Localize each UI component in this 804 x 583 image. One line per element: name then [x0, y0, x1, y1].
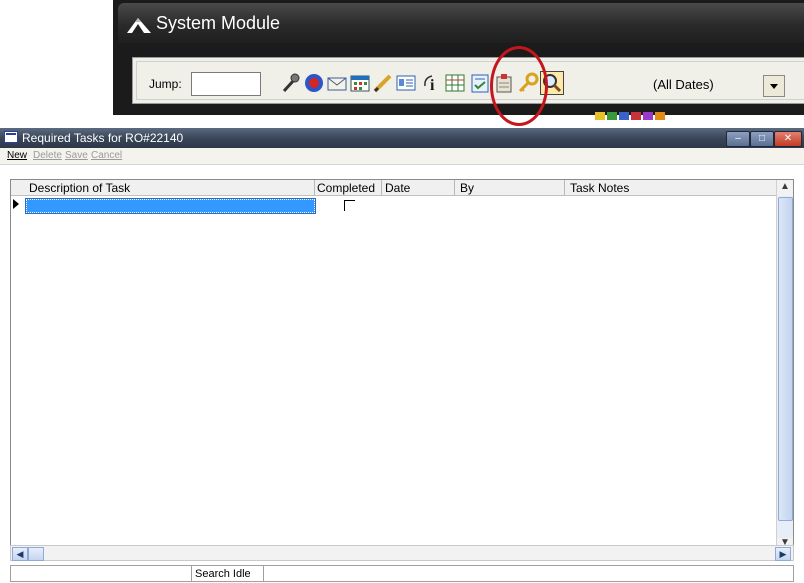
partial-toolbar-strip-icon: [595, 112, 665, 120]
date-filter-value: (All Dates): [653, 77, 714, 92]
menu-cancel[interactable]: Cancel: [91, 150, 122, 161]
tasks-grid[interactable]: Description of Task Completed Date By Ta…: [10, 179, 794, 554]
close-button[interactable]: ✕: [774, 131, 802, 147]
contact-card-icon[interactable]: [395, 72, 417, 94]
vertical-scrollbar[interactable]: ▲ ▼: [776, 180, 793, 553]
column-separator[interactable]: [314, 180, 315, 195]
dialog-menubar: New Delete Save Cancel: [0, 148, 804, 165]
column-header-by[interactable]: By: [460, 181, 474, 195]
vertical-scroll-thumb[interactable]: [778, 197, 793, 521]
globe-icon[interactable]: [303, 72, 325, 94]
menu-save[interactable]: Save: [65, 150, 88, 161]
menu-delete[interactable]: Delete: [33, 150, 62, 161]
column-header-task-notes[interactable]: Task Notes: [570, 181, 629, 195]
horizontal-scroll-thumb[interactable]: [28, 547, 44, 561]
status-panel-left: [11, 566, 192, 581]
grid-header: Description of Task Completed Date By Ta…: [11, 180, 778, 196]
date-filter-dropdown-button[interactable]: [763, 75, 785, 97]
highlight-circle: [490, 46, 548, 126]
svg-text:i: i: [430, 77, 435, 94]
spreadsheet-icon[interactable]: [444, 72, 466, 94]
system-module-toolbar: Jump: i (All Dates): [132, 57, 804, 104]
dialog-titlebar: Required Tasks for RO#22140 – □ ✕: [0, 128, 804, 148]
jump-label: Jump:: [149, 77, 182, 91]
current-row-indicator-icon: [13, 199, 19, 209]
maximize-button[interactable]: □: [750, 131, 774, 147]
column-separator[interactable]: [381, 180, 382, 195]
minimize-button[interactable]: –: [726, 131, 750, 147]
scroll-left-arrow-icon[interactable]: ◀: [12, 547, 28, 561]
date-filter-combo[interactable]: (All Dates): [647, 72, 797, 98]
toolbar-inner: Jump: i (All Dates): [136, 61, 804, 100]
description-cell[interactable]: [25, 198, 316, 214]
column-header-date[interactable]: Date: [385, 181, 410, 195]
microphone-icon[interactable]: [280, 72, 302, 94]
status-bar: Search Idle: [10, 565, 794, 582]
column-separator[interactable]: [454, 180, 455, 195]
scroll-right-arrow-icon[interactable]: ▶: [775, 547, 791, 561]
envelope-icon[interactable]: [326, 72, 348, 94]
pen-icon[interactable]: [372, 72, 394, 94]
column-header-completed[interactable]: Completed: [317, 181, 375, 195]
mountain-logo-icon: [127, 18, 151, 33]
dropdown-arrow-icon: [770, 84, 778, 89]
calendar-grid-icon[interactable]: [349, 72, 371, 94]
scroll-up-arrow-icon[interactable]: ▲: [777, 181, 793, 192]
horizontal-scrollbar[interactable]: ◀ ▶: [10, 545, 794, 561]
status-text: Search Idle: [195, 568, 251, 580]
dialog-title: Required Tasks for RO#22140: [22, 131, 184, 145]
status-panel-divider: [263, 566, 264, 581]
info-icon[interactable]: i: [421, 72, 443, 94]
column-separator[interactable]: [564, 180, 565, 195]
system-module-window: System Module Jump: i (All Dates): [113, 0, 804, 115]
jump-input[interactable]: [191, 72, 261, 96]
system-module-title: System Module: [156, 13, 281, 33]
required-tasks-icon[interactable]: [469, 72, 491, 94]
menu-new[interactable]: New: [7, 150, 27, 161]
system-module-titlebar: System Module: [118, 3, 804, 43]
completed-checkbox[interactable]: [344, 200, 355, 211]
window-app-icon: [4, 131, 18, 143]
column-header-description[interactable]: Description of Task: [29, 181, 130, 195]
